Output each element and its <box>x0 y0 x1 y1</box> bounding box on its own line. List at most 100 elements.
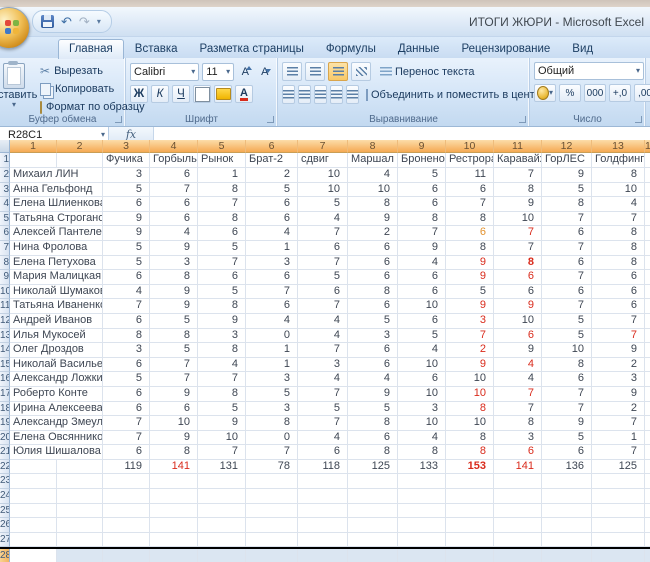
score-cell[interactable]: 7 <box>298 343 348 358</box>
score-cell[interactable]: 4 <box>348 372 398 387</box>
judge-name-cell[interactable]: Александр Ложкин <box>10 372 103 387</box>
score-cell[interactable]: 7 <box>542 241 592 256</box>
score-cell[interactable]: 4 <box>494 372 542 387</box>
cell[interactable] <box>10 153 57 168</box>
tab-recenzirovanie[interactable]: Рецензирование <box>450 40 561 58</box>
score-cell[interactable]: 1 <box>198 168 246 183</box>
column-header[interactable]: 11 <box>494 140 542 153</box>
score-cell[interactable]: 7 <box>246 445 298 460</box>
qat-customize-button[interactable]: ▾ <box>97 17 101 26</box>
cell[interactable] <box>298 504 348 519</box>
total-cell[interactable]: 125 <box>592 460 645 475</box>
cell[interactable] <box>592 489 645 504</box>
score-cell[interactable]: 5 <box>298 270 348 285</box>
score-cell[interactable]: 0 <box>246 329 298 344</box>
score-cell[interactable]: 8 <box>198 183 246 198</box>
judge-name-cell[interactable]: Нина Фролова <box>10 241 103 256</box>
score-cell[interactable]: 8 <box>348 445 398 460</box>
score-cell[interactable]: 7 <box>592 416 645 431</box>
cell[interactable] <box>246 518 298 533</box>
score-cell[interactable]: 6 <box>103 358 150 373</box>
tab-razmetka[interactable]: Разметка страницы <box>189 40 315 58</box>
cell[interactable] <box>398 533 446 548</box>
align-right-button[interactable] <box>314 85 327 104</box>
score-cell[interactable]: 6 <box>446 183 494 198</box>
score-cell[interactable]: 8 <box>542 197 592 212</box>
score-cell[interactable]: 8 <box>592 256 645 271</box>
row-header[interactable]: 9 <box>0 270 10 285</box>
cell[interactable] <box>446 474 494 489</box>
cell[interactable] <box>198 549 246 562</box>
score-cell[interactable]: 4 <box>398 343 446 358</box>
judge-name-cell[interactable]: Александр Змеул <box>10 416 103 431</box>
align-bottom-button[interactable] <box>328 62 348 81</box>
score-cell[interactable]: 9 <box>494 343 542 358</box>
total-cell[interactable]: 119 <box>103 460 150 475</box>
score-cell[interactable]: 5 <box>348 402 398 417</box>
film-title-cell[interactable]: ГорЛЕС <box>542 153 592 168</box>
score-cell[interactable]: 7 <box>198 256 246 271</box>
align-left-button[interactable] <box>282 85 295 104</box>
score-cell[interactable]: 8 <box>494 256 542 271</box>
score-cell[interactable]: 7 <box>542 299 592 314</box>
dialog-launcher-icon[interactable] <box>267 116 274 123</box>
cell[interactable] <box>592 474 645 489</box>
score-cell[interactable]: 8 <box>198 212 246 227</box>
judge-name-cell[interactable]: Елена Шлиенкова <box>10 197 103 212</box>
judge-name-cell[interactable]: Татьяна Иваненко <box>10 299 103 314</box>
score-cell[interactable]: 10 <box>494 314 542 329</box>
column-header[interactable]: 10 <box>446 140 494 153</box>
score-cell[interactable]: 6 <box>542 226 592 241</box>
score-cell[interactable]: 6 <box>348 358 398 373</box>
dialog-launcher-icon[interactable] <box>115 116 122 123</box>
score-cell[interactable]: 8 <box>150 445 198 460</box>
increase-indent-button[interactable] <box>346 85 359 104</box>
score-cell[interactable]: 6 <box>542 445 592 460</box>
score-cell[interactable]: 6 <box>246 270 298 285</box>
row-header[interactable]: 18 <box>0 402 10 417</box>
film-title-cell[interactable]: Маршал <box>348 153 398 168</box>
row-header[interactable]: 10 <box>0 285 10 300</box>
score-cell[interactable]: 8 <box>398 212 446 227</box>
score-cell[interactable]: 5 <box>542 314 592 329</box>
score-cell[interactable]: 7 <box>494 402 542 417</box>
accounting-format-button[interactable]: ▾ <box>534 84 556 102</box>
film-title-cell[interactable]: Рынок <box>198 153 246 168</box>
score-cell[interactable]: 1 <box>246 358 298 373</box>
score-cell[interactable]: 10 <box>398 416 446 431</box>
row-header[interactable]: 16 <box>0 372 10 387</box>
cell[interactable] <box>645 153 650 168</box>
format-painter-button[interactable]: Формат по образцу <box>40 99 121 115</box>
score-cell[interactable]: 6 <box>398 270 446 285</box>
score-cell[interactable]: 5 <box>446 285 494 300</box>
row-header[interactable]: 23 <box>0 474 10 489</box>
cell[interactable] <box>103 533 150 548</box>
score-cell[interactable]: 9 <box>542 168 592 183</box>
borders-button[interactable] <box>193 85 211 103</box>
score-cell[interactable]: 9 <box>494 299 542 314</box>
bold-button[interactable]: Ж <box>130 85 148 103</box>
cell[interactable] <box>348 489 398 504</box>
score-cell[interactable]: 6 <box>298 241 348 256</box>
score-cell[interactable]: 5 <box>246 183 298 198</box>
cell[interactable] <box>446 518 494 533</box>
score-cell[interactable]: 2 <box>592 402 645 417</box>
cell[interactable] <box>645 402 650 417</box>
percent-button[interactable]: % <box>559 84 581 102</box>
judge-name-cell[interactable]: Михаил ЛИН <box>10 168 103 183</box>
score-cell[interactable]: 5 <box>398 168 446 183</box>
score-cell[interactable]: 4 <box>103 285 150 300</box>
score-cell[interactable]: 9 <box>348 387 398 402</box>
score-cell[interactable]: 6 <box>592 270 645 285</box>
cell[interactable] <box>494 549 542 562</box>
cell[interactable] <box>645 241 650 256</box>
score-cell[interactable]: 5 <box>150 343 198 358</box>
film-title-cell[interactable]: Горбыль <box>150 153 198 168</box>
score-cell[interactable]: 5 <box>103 183 150 198</box>
tab-dannye[interactable]: Данные <box>387 40 451 58</box>
column-header[interactable]: 14 <box>645 140 650 153</box>
cell[interactable] <box>10 504 57 519</box>
score-cell[interactable]: 5 <box>103 241 150 256</box>
cut-button[interactable]: ✂ Вырезать <box>40 63 121 79</box>
cell[interactable] <box>10 474 57 489</box>
